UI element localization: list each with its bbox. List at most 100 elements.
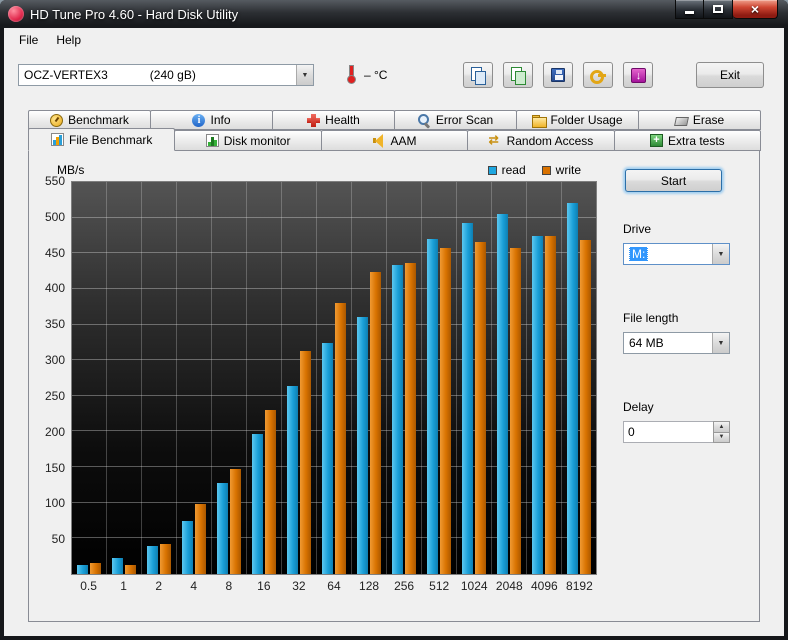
tab-label: AAM bbox=[391, 134, 417, 148]
legend-swatch-write bbox=[542, 166, 551, 175]
tab-label: Folder Usage bbox=[550, 113, 622, 127]
bar-write-128 bbox=[370, 272, 381, 574]
y-tick-label: 450 bbox=[45, 246, 65, 260]
bar-read-8192 bbox=[567, 203, 578, 574]
start-button[interactable]: Start bbox=[625, 169, 722, 192]
x-axis-labels: 0.512481632641282565121024204840968192 bbox=[71, 579, 597, 593]
tab-benchmark[interactable]: Benchmark bbox=[28, 110, 151, 130]
bar-write-4096 bbox=[545, 236, 556, 574]
benchmark-chart: MB/s readwrite 5505004504003503002502001… bbox=[35, 155, 607, 621]
app-icon bbox=[8, 6, 24, 22]
download-icon: ↓ bbox=[631, 68, 646, 83]
bar-write-16 bbox=[265, 410, 276, 574]
tab-health[interactable]: Health bbox=[272, 110, 395, 130]
bar-read-256 bbox=[392, 265, 403, 574]
bar-write-512 bbox=[440, 248, 451, 574]
bar-write-8192 bbox=[580, 240, 591, 574]
tab-info[interactable]: Info bbox=[150, 110, 273, 130]
tab-random-access[interactable]: Random Access bbox=[467, 130, 614, 151]
tab-label: Error Scan bbox=[436, 113, 493, 127]
bar-write-8 bbox=[230, 469, 241, 574]
bar-write-256 bbox=[405, 263, 416, 574]
minimize-button[interactable] bbox=[675, 0, 704, 19]
benchmark-icon bbox=[50, 114, 63, 127]
save-screenshot-button[interactable] bbox=[543, 62, 573, 88]
tab-label: Benchmark bbox=[68, 113, 129, 127]
bar-write-0.5 bbox=[90, 563, 101, 574]
bar-group-512 bbox=[422, 182, 457, 574]
bar-group-256 bbox=[387, 182, 422, 574]
menu-file[interactable]: File bbox=[10, 30, 47, 50]
bar-group-0.5 bbox=[72, 182, 107, 574]
titlebar[interactable]: HD Tune Pro 4.60 - Hard Disk Utility × bbox=[0, 0, 788, 28]
toolbar: OCZ-VERTEX3(240 gB) ▼ – °C ↓ Exit bbox=[4, 52, 784, 98]
window-controls: × bbox=[675, 0, 778, 19]
x-tick-label: 0.5 bbox=[71, 579, 106, 593]
update-button[interactable]: ↓ bbox=[623, 62, 653, 88]
file-benchmark-icon bbox=[51, 133, 64, 146]
tab-label: File Benchmark bbox=[69, 133, 152, 147]
erase-icon bbox=[674, 117, 689, 126]
window-title: HD Tune Pro 4.60 - Hard Disk Utility bbox=[30, 7, 238, 22]
close-button[interactable]: × bbox=[733, 0, 778, 19]
chevron-down-icon: ▼ bbox=[712, 333, 729, 353]
up-arrow-icon: ▲ bbox=[719, 424, 725, 430]
tab-file-benchmark[interactable]: File Benchmark bbox=[28, 128, 175, 151]
tab-extra-tests[interactable]: Extra tests bbox=[614, 130, 761, 151]
delay-spin-up-button[interactable]: ▲ bbox=[713, 421, 730, 433]
x-tick-label: 8 bbox=[211, 579, 246, 593]
exit-button[interactable]: Exit bbox=[696, 62, 764, 88]
delay-spin-down-button[interactable]: ▼ bbox=[713, 433, 730, 444]
bar-group-8 bbox=[212, 182, 247, 574]
x-tick-label: 2 bbox=[141, 579, 176, 593]
x-tick-label: 256 bbox=[387, 579, 422, 593]
random-access-icon bbox=[489, 134, 502, 147]
bar-read-32 bbox=[287, 386, 298, 574]
y-tick-label: 350 bbox=[45, 317, 65, 331]
y-axis: 55050045040035030025020015010050 bbox=[35, 181, 71, 575]
menu-help[interactable]: Help bbox=[47, 30, 90, 50]
bar-group-1 bbox=[107, 182, 142, 574]
bar-read-512 bbox=[427, 239, 438, 574]
bar-write-2048 bbox=[510, 248, 521, 574]
window-body: FileHelp OCZ-VERTEX3(240 gB) ▼ – °C ↓ Ex… bbox=[4, 28, 784, 636]
tab-label: Extra tests bbox=[668, 134, 725, 148]
plot-area bbox=[71, 181, 597, 575]
controls-panel: Start Drive M: ▼ File length 64 MB ▼ Del… bbox=[607, 155, 759, 621]
options-button[interactable] bbox=[583, 62, 613, 88]
bar-read-2048 bbox=[497, 214, 508, 574]
x-tick-label: 512 bbox=[422, 579, 457, 593]
bar-group-4096 bbox=[527, 182, 562, 574]
drive-selector-combobox[interactable]: OCZ-VERTEX3(240 gB) ▼ bbox=[18, 64, 314, 86]
tab-row-2: File Benchmark Disk monitor AAM Random Acce… bbox=[28, 130, 760, 151]
delay-spinner: ▲ ▼ bbox=[713, 421, 730, 443]
tab-row-1: Benchmark Info Health Error Scan Folder Usag… bbox=[28, 110, 760, 130]
x-tick-label: 16 bbox=[246, 579, 281, 593]
y-tick-label: 400 bbox=[45, 281, 65, 295]
chart-body: 55050045040035030025020015010050 bbox=[35, 181, 607, 575]
file-benchmark-panel: MB/s readwrite 5505004504003503002502001… bbox=[28, 150, 760, 622]
tab-aam[interactable]: AAM bbox=[321, 130, 468, 151]
maximize-button[interactable] bbox=[704, 0, 733, 19]
bar-read-64 bbox=[322, 343, 333, 574]
tab-folder-usage[interactable]: Folder Usage bbox=[516, 110, 639, 130]
aam-icon bbox=[373, 134, 386, 147]
drive-name: OCZ-VERTEX3 bbox=[24, 68, 108, 82]
tab-error-scan[interactable]: Error Scan bbox=[394, 110, 517, 130]
error-scan-icon bbox=[418, 114, 431, 127]
copy-icon bbox=[470, 67, 486, 83]
y-tick-label: 500 bbox=[45, 210, 65, 224]
tab-disk-monitor[interactable]: Disk monitor bbox=[174, 130, 321, 151]
close-icon: × bbox=[751, 2, 759, 16]
delay-input[interactable] bbox=[623, 421, 713, 443]
tab-label: Info bbox=[210, 113, 230, 127]
disk-monitor-icon bbox=[206, 134, 219, 147]
chart-header: MB/s readwrite bbox=[35, 159, 607, 181]
file-length-dropdown[interactable]: 64 MB ▼ bbox=[623, 332, 730, 354]
copy-image-button[interactable] bbox=[503, 62, 533, 88]
bar-groups bbox=[72, 182, 596, 574]
drive-dropdown[interactable]: M: ▼ bbox=[623, 243, 730, 265]
copy-text-button[interactable] bbox=[463, 62, 493, 88]
x-tick-label: 1 bbox=[106, 579, 141, 593]
tab-erase[interactable]: Erase bbox=[638, 110, 761, 130]
